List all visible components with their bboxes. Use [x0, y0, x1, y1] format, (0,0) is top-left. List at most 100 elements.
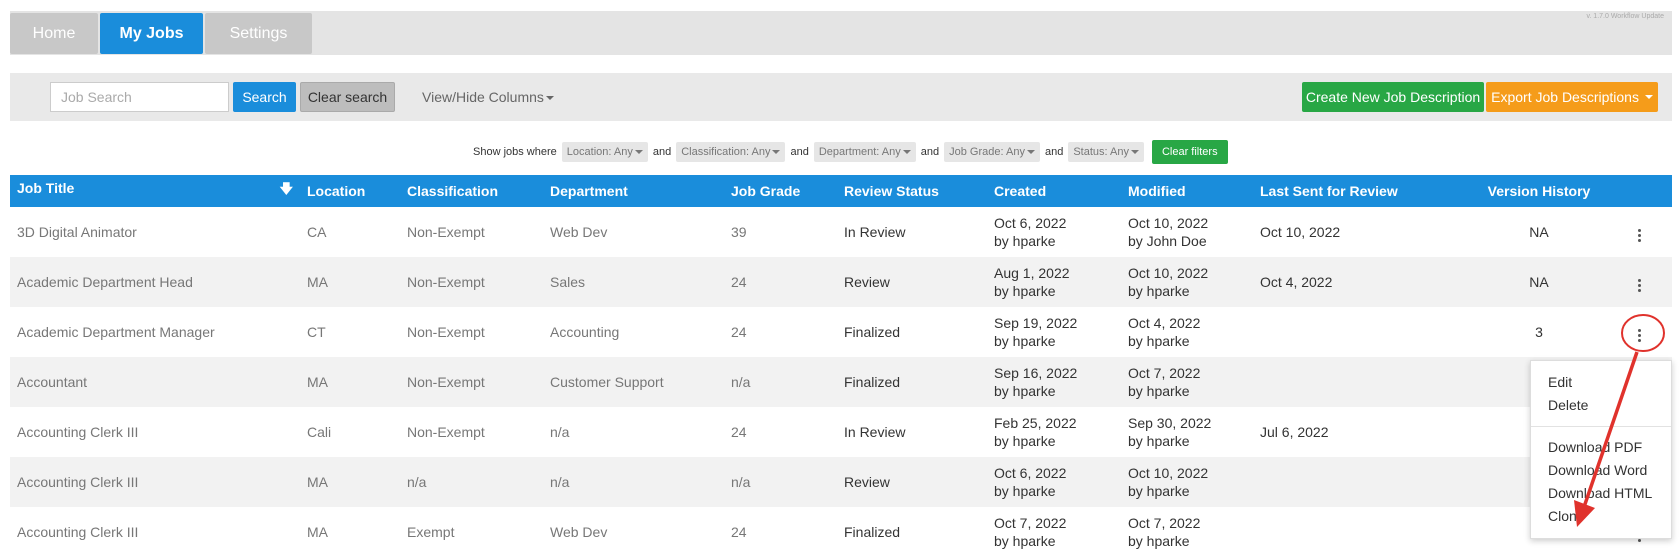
classification-cell: Exempt — [407, 524, 455, 540]
column-header-job-grade[interactable]: Job Grade — [724, 175, 837, 207]
tab-settings[interactable]: Settings — [205, 13, 312, 54]
table-row[interactable]: Accounting Clerk III Cali Non-Exempt n/a… — [10, 407, 1672, 457]
column-header-location[interactable]: Location — [300, 175, 400, 207]
menu-item-download-html[interactable]: Download HTML — [1531, 482, 1671, 505]
location-cell: CA — [307, 224, 327, 240]
create-job-description-button[interactable]: Create New Job Description — [1302, 82, 1484, 112]
table-row[interactable]: Accountant MA Non-Exempt Customer Suppor… — [10, 357, 1672, 407]
row-actions-menu: Edit Delete Download PDF Download Word D… — [1530, 360, 1672, 539]
created-cell: Feb 25, 2022 by hparke — [987, 407, 1121, 457]
filter-and: and — [790, 146, 809, 158]
review-status-cell: Finalized — [844, 324, 901, 340]
menu-item-download-pdf[interactable]: Download PDF — [1531, 436, 1671, 459]
department-cell: n/a — [550, 424, 570, 440]
job-title-cell[interactable]: Accountant — [10, 357, 300, 407]
created-date: Feb 25, 2022 — [994, 415, 1077, 431]
job-grade-cell: n/a — [724, 457, 837, 507]
column-header-review-status[interactable]: Review Status — [837, 175, 987, 207]
job-title-cell[interactable]: Academic Department Head — [10, 257, 300, 307]
job-grade-cell: n/a — [724, 357, 837, 407]
version-label: v. 1.7.0 Workflow Update — [1586, 13, 1664, 20]
jobs-table: Job Title 🡇 Location Classification Depar… — [10, 175, 1672, 557]
job-search-input[interactable] — [50, 82, 229, 112]
row-actions-kebab-icon[interactable] — [1632, 275, 1647, 296]
view-hide-columns-dropdown[interactable]: View/Hide Columns — [422, 89, 554, 105]
last-sent-cell — [1253, 357, 1471, 407]
modified-cell: Oct 4, 2022 by hparke — [1121, 307, 1253, 357]
department-cell: Web Dev — [550, 224, 608, 240]
version-history-cell: 3 — [1535, 324, 1543, 340]
caret-down-icon — [634, 150, 643, 155]
menu-item-delete[interactable]: Delete — [1531, 394, 1671, 417]
created-date: Sep 16, 2022 — [994, 365, 1078, 381]
caret-down-icon — [1026, 150, 1035, 155]
filter-bar: Show jobs where Location: Any and Classi… — [473, 139, 1228, 165]
column-header-job-title[interactable]: Job Title 🡇 — [10, 175, 300, 207]
job-title-cell[interactable]: Accounting Clerk III — [10, 507, 300, 557]
export-label: Export Job Descriptions — [1491, 89, 1639, 105]
row-actions-cell — [1607, 207, 1672, 257]
job-title-cell[interactable]: Accounting Clerk III — [10, 457, 300, 507]
table-row[interactable]: Academic Department Manager CT Non-Exemp… — [10, 307, 1672, 357]
department-cell: Sales — [543, 257, 724, 307]
sort-down-arrow-icon: 🡇 — [279, 181, 293, 196]
column-header-actions — [1607, 175, 1672, 207]
classification-cell: Non-Exempt — [400, 357, 543, 407]
row-actions-kebab-icon[interactable] — [1632, 325, 1647, 346]
job-grade-cell: 24 — [724, 257, 837, 307]
tab-my-jobs[interactable]: My Jobs — [100, 13, 203, 54]
job-title-cell[interactable]: Academic Department Manager — [10, 307, 300, 357]
classification-cell: Non-Exempt — [407, 424, 485, 440]
location-cell: MA — [300, 357, 400, 407]
table-row[interactable]: Accounting Clerk III MA Exempt Web Dev 2… — [10, 507, 1672, 557]
menu-item-download-word[interactable]: Download Word — [1531, 459, 1671, 482]
column-header-version-history[interactable]: Version History — [1471, 175, 1607, 207]
modified-by: by hparke — [1128, 483, 1190, 499]
row-actions-kebab-icon[interactable] — [1632, 225, 1647, 246]
table-row[interactable]: 3D Digital Animator CA Non-Exempt Web De… — [10, 207, 1672, 257]
last-sent-cell: Jul 6, 2022 — [1260, 424, 1329, 440]
created-by: by hparke — [994, 233, 1056, 249]
classification-filter[interactable]: Classification: Any — [676, 142, 786, 162]
clear-search-button[interactable]: Clear search — [300, 82, 395, 112]
search-button[interactable]: Search — [233, 82, 296, 112]
clear-filters-button[interactable]: Clear filters — [1151, 140, 1228, 164]
modified-by: by John Doe — [1128, 233, 1207, 249]
status-filter[interactable]: Status: Any — [1068, 142, 1144, 162]
tab-home[interactable]: Home — [10, 13, 98, 54]
column-header-created[interactable]: Created — [987, 175, 1121, 207]
created-by: by hparke — [994, 383, 1056, 399]
created-date: Oct 7, 2022 — [994, 515, 1067, 531]
created-cell: Sep 19, 2022 by hparke — [987, 307, 1121, 357]
review-status-cell: Finalized — [837, 357, 987, 407]
table-row[interactable]: Academic Department Head MA Non-Exempt S… — [10, 257, 1672, 307]
job-title-cell[interactable]: Accounting Clerk III — [10, 407, 300, 457]
review-status-cell: Review — [837, 457, 987, 507]
created-by: by hparke — [994, 533, 1056, 549]
created-by: by hparke — [994, 433, 1056, 449]
job-grade-filter[interactable]: Job Grade: Any — [944, 142, 1040, 162]
export-job-descriptions-button[interactable]: Export Job Descriptions — [1486, 82, 1658, 112]
department-filter[interactable]: Department: Any — [813, 142, 916, 162]
filter-and: and — [1044, 146, 1064, 158]
column-header-classification[interactable]: Classification — [400, 175, 543, 207]
department-cell: Customer Support — [543, 357, 724, 407]
classification-filter-label: Classification: Any — [681, 146, 771, 158]
modified-cell: Oct 10, 2022 by hparke — [1121, 257, 1253, 307]
column-header-modified[interactable]: Modified — [1121, 175, 1253, 207]
menu-item-clone[interactable]: Clone — [1531, 505, 1671, 528]
modified-cell: Oct 10, 2022 by John Doe — [1121, 207, 1253, 257]
column-header-last-sent[interactable]: Last Sent for Review — [1253, 175, 1471, 207]
modified-cell: Oct 7, 2022 by hparke — [1121, 507, 1253, 557]
location-cell: Cali — [307, 424, 332, 440]
location-filter[interactable]: Location: Any — [561, 142, 648, 162]
classification-cell: Non-Exempt — [407, 324, 485, 340]
menu-item-edit[interactable]: Edit — [1531, 371, 1671, 394]
department-cell: Accounting — [550, 324, 620, 340]
table-row[interactable]: Accounting Clerk III MA n/a n/a n/a Revi… — [10, 457, 1672, 507]
column-header-department[interactable]: Department — [543, 175, 724, 207]
last-sent-cell — [1253, 507, 1471, 557]
job-title-cell[interactable]: 3D Digital Animator — [10, 207, 300, 257]
modified-date: Oct 7, 2022 — [1128, 365, 1201, 381]
modified-cell: Sep 30, 2022 by hparke — [1121, 407, 1253, 457]
